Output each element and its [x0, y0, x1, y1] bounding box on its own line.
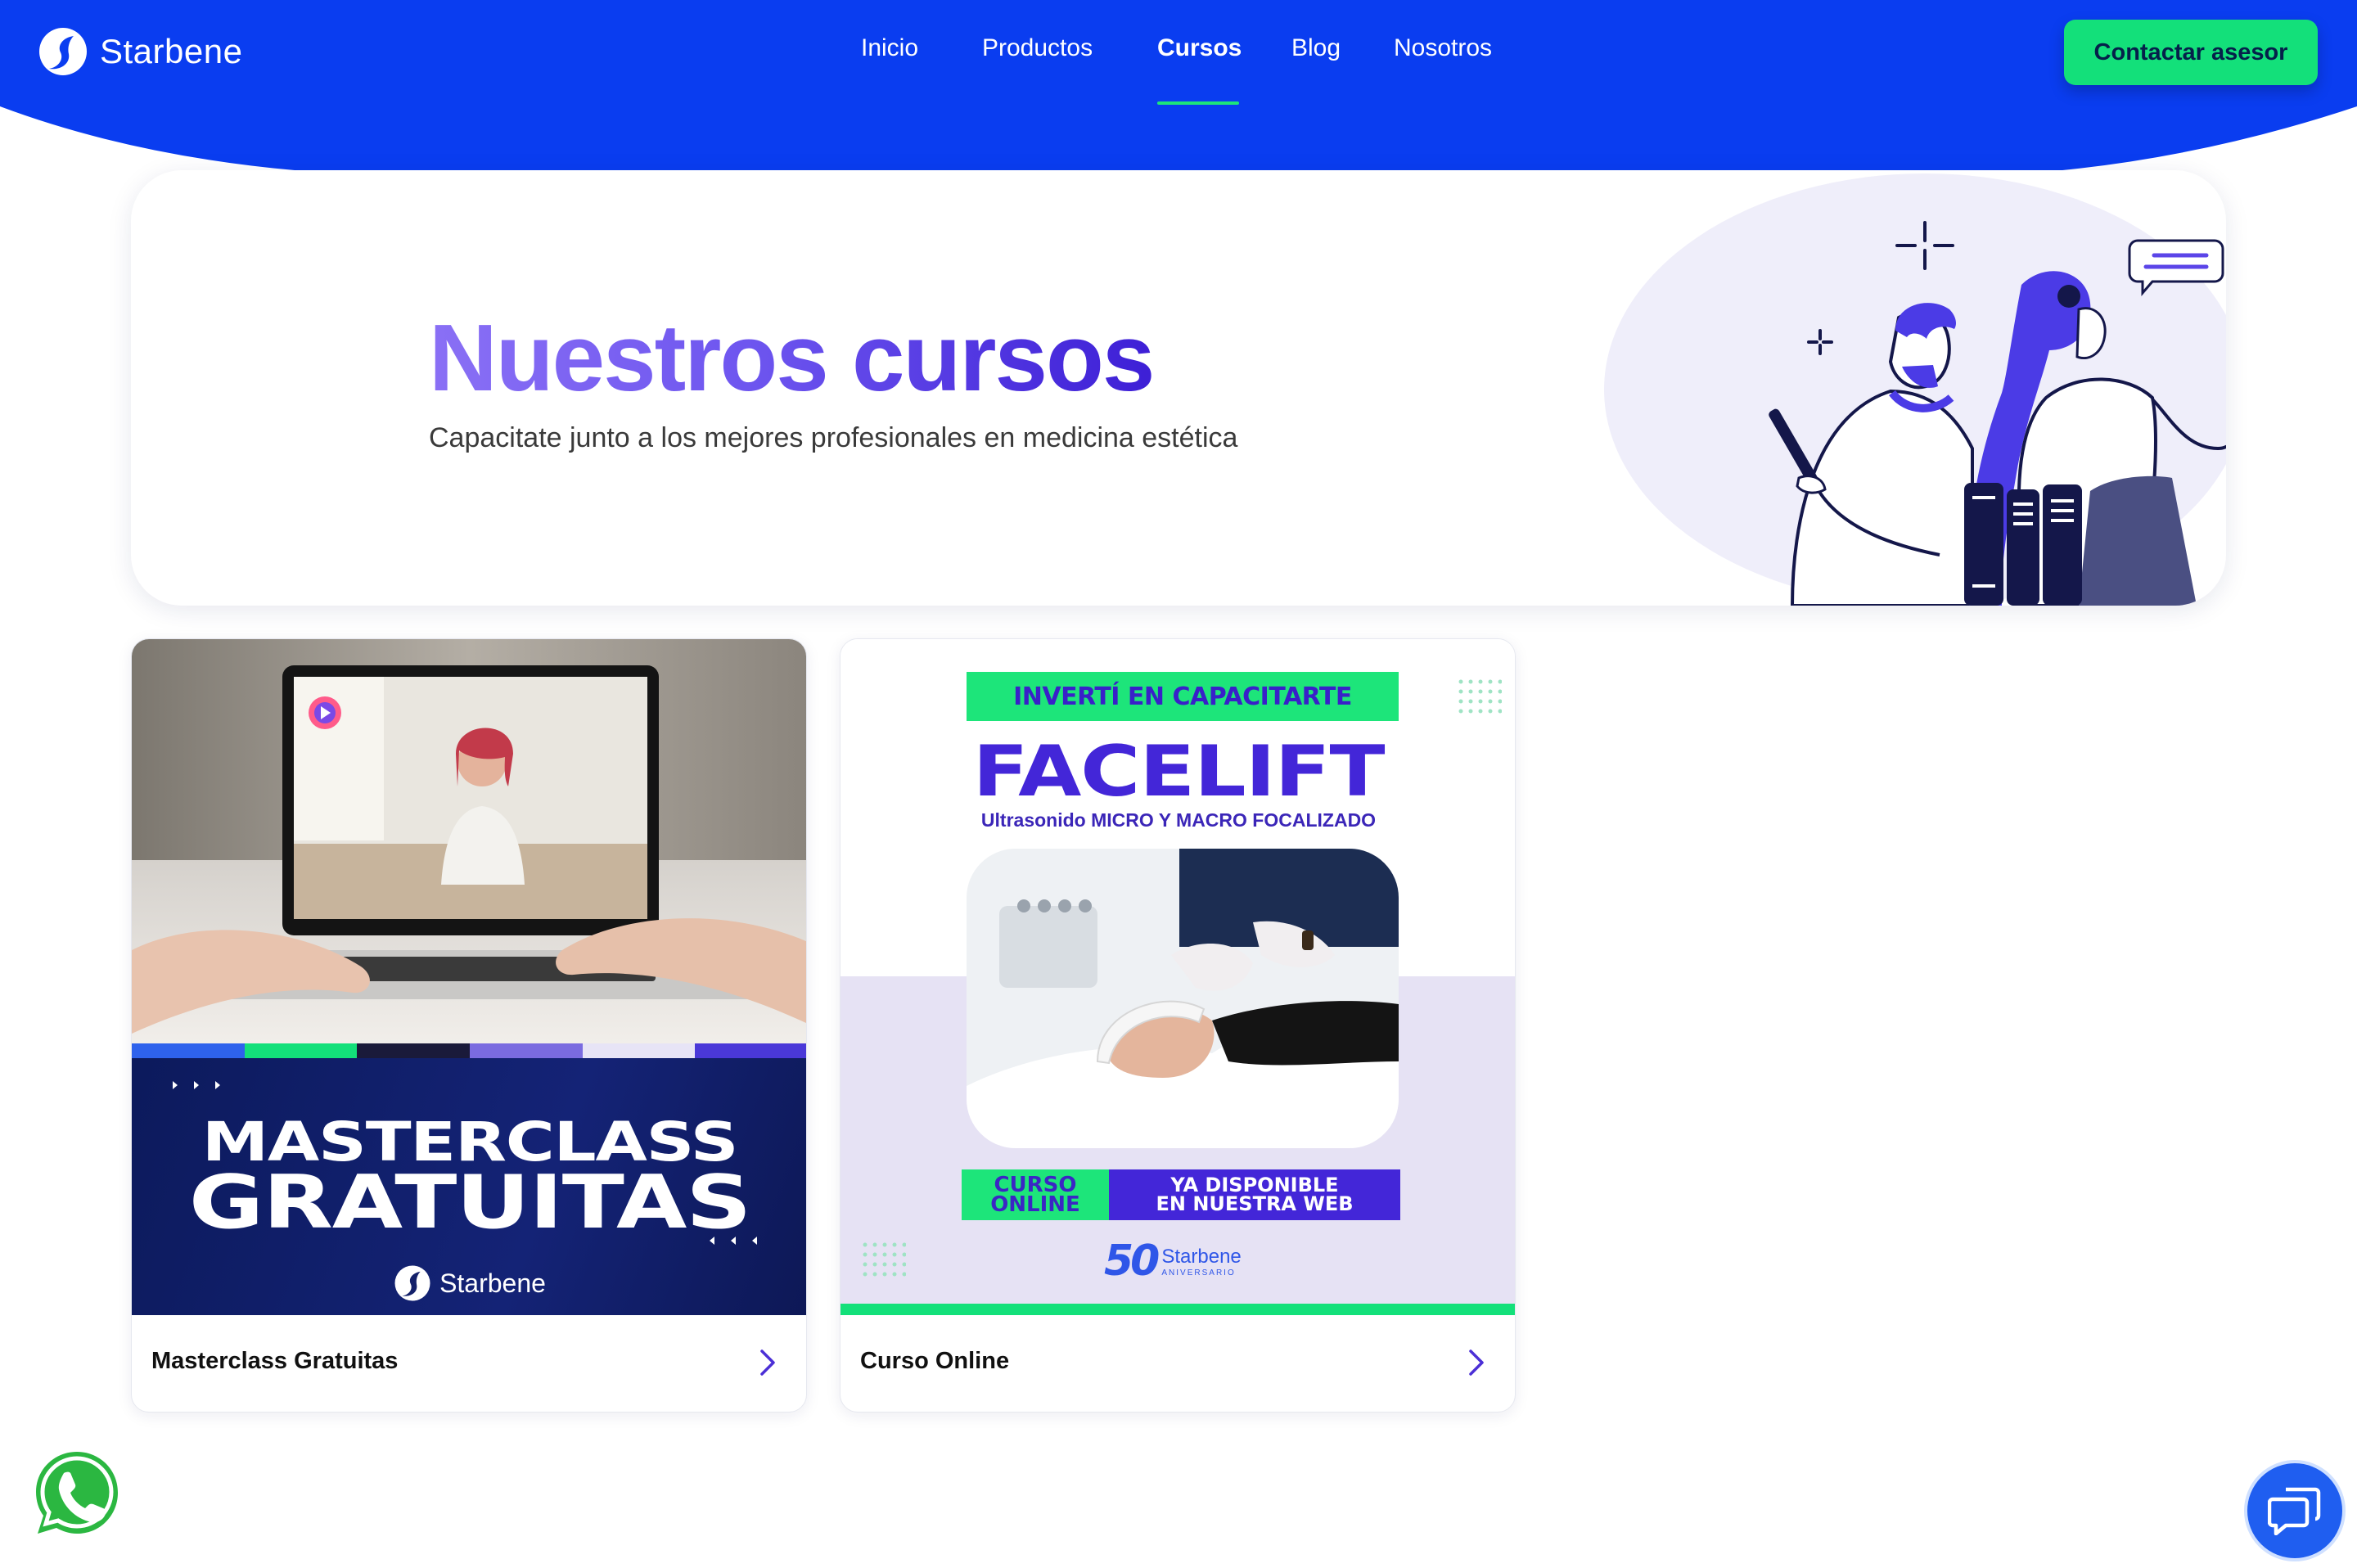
header-background: [0, 0, 2357, 170]
whatsapp-button[interactable]: [31, 1447, 123, 1539]
chevron-right-icon[interactable]: [750, 1345, 783, 1381]
hero-card: Nuestros cursos Capacitate junto a los m…: [131, 170, 2226, 606]
course-image-masterclass: MASTERCLASS GRATUITAS Starbene: [132, 639, 806, 1315]
aniversario-logo: 50 Starbene ANIVERSARIO: [1104, 1237, 1242, 1286]
laptop-video-photo: [132, 639, 806, 1043]
curso-online-badge: CURSO ONLINE: [962, 1169, 1109, 1220]
facelift-green-bar: [840, 1304, 1515, 1315]
facelift-tag: INVERTÍ EN CAPACITARTE: [967, 672, 1399, 721]
dot-grid-decoration: [863, 1242, 906, 1277]
disponible-line2: EN NUESTRA WEB: [1156, 1192, 1354, 1215]
whatsapp-icon: [36, 1452, 118, 1534]
course-card-footer[interactable]: Curso Online: [840, 1315, 1515, 1412]
page-subtitle: Capacitate junto a los mejores profesion…: [429, 422, 1238, 453]
nav-nosotros[interactable]: Nosotros: [1394, 34, 1492, 62]
curso-online-line2: ONLINE: [990, 1192, 1080, 1217]
aniversario-brand: Starbene: [1161, 1245, 1242, 1268]
course-card-curso-online[interactable]: INVERTÍ EN CAPACITARTE FACELIFT Ultrason…: [840, 638, 1516, 1413]
facelift-title: FACELIFT: [972, 731, 1386, 813]
nav-inicio[interactable]: Inicio: [861, 34, 918, 62]
aniversario-tag: ANIVERSARIO: [1161, 1268, 1236, 1277]
aniversario-number: 50: [1104, 1237, 1160, 1286]
main-nav: Inicio Productos Cursos Blog Nosotros: [0, 34, 2357, 83]
masterclass-banner: MASTERCLASS GRATUITAS Starbene: [132, 1058, 806, 1315]
masterclass-color-stripes: [132, 1043, 806, 1058]
starbene-logo-icon: [394, 1265, 430, 1301]
nav-productos[interactable]: Productos: [982, 34, 1093, 62]
masterclass-brand-name: Starbene: [439, 1268, 546, 1298]
nav-active-indicator: [1157, 101, 1239, 105]
chevron-right-icon[interactable]: [1459, 1345, 1492, 1381]
masterclass-brand: Starbene: [132, 1264, 806, 1302]
contactar-asesor-button[interactable]: Contactar asesor: [2064, 20, 2318, 85]
facelift-subtitle: Ultrasonido MICRO Y MACRO FOCALIZADO: [980, 809, 1377, 831]
disponible-badge: YA DISPONIBLE EN NUESTRA WEB: [1109, 1169, 1400, 1220]
arrow-dots-icon: [173, 1081, 220, 1089]
dot-grid-decoration: [1458, 679, 1502, 714]
course-card-masterclass[interactable]: MASTERCLASS GRATUITAS Starbene Mastercla…: [131, 638, 807, 1413]
nav-blog[interactable]: Blog: [1291, 34, 1341, 62]
courses-illustration: [1604, 173, 2226, 606]
arrow-dots-left-icon: [710, 1237, 757, 1245]
nav-cursos[interactable]: Cursos: [1157, 34, 1242, 62]
page-title: Nuestros cursos: [429, 304, 1155, 411]
chat-bubbles-icon: [2268, 1487, 2321, 1535]
course-card-footer[interactable]: Masterclass Gratuitas: [132, 1315, 806, 1412]
facelift-treatment-photo: [967, 849, 1399, 1148]
course-title-masterclass: Masterclass Gratuitas: [151, 1348, 399, 1374]
masterclass-title-line2: GRATUITAS: [188, 1160, 752, 1246]
course-image-facelift: INVERTÍ EN CAPACITARTE FACELIFT Ultrason…: [840, 639, 1515, 1315]
chat-button[interactable]: [2244, 1460, 2346, 1561]
course-title-curso-online: Curso Online: [860, 1348, 1010, 1374]
